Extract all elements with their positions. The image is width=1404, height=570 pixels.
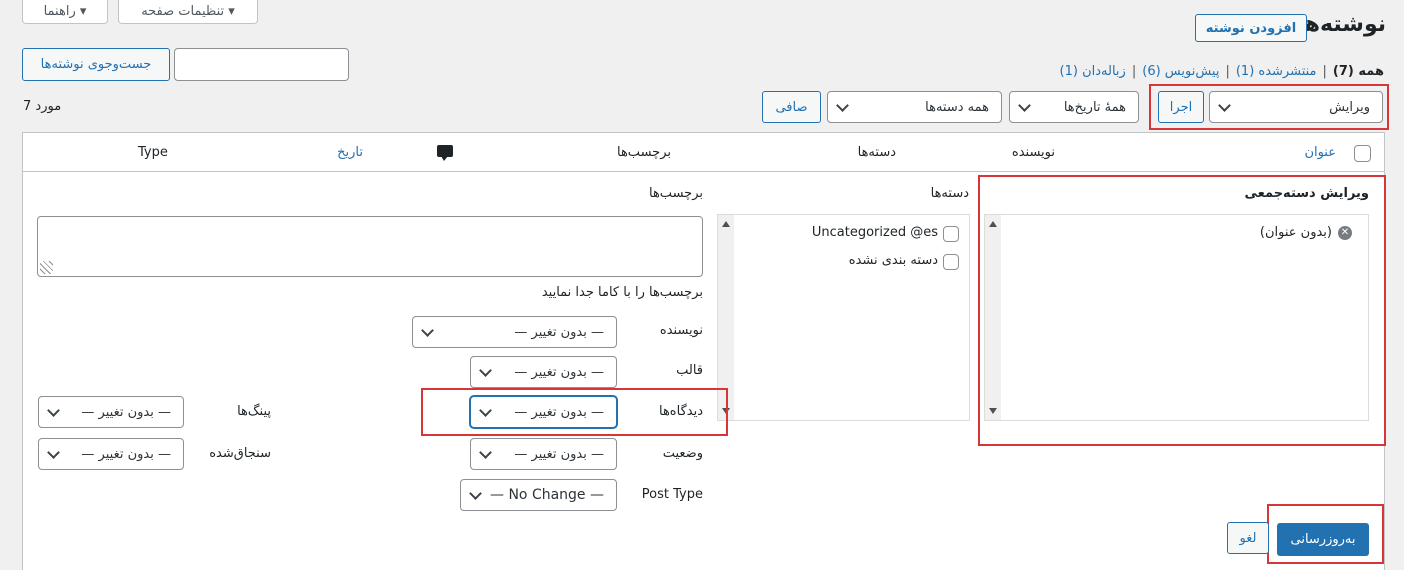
author-select[interactable]: — بدون تغییر — <box>412 316 617 348</box>
view-trash[interactable]: زباله‌دان (1) <box>1060 64 1126 79</box>
view-separator: | <box>1322 64 1327 79</box>
category-filter-value: همه دسته‌ها <box>925 99 989 115</box>
scroll-down-icon[interactable] <box>989 408 997 414</box>
post-type-select-value: — No Change — <box>490 487 604 503</box>
column-title[interactable]: عنوان <box>1304 145 1336 160</box>
search-posts-button[interactable]: جست‌وجوی نوشته‌ها <box>22 48 170 81</box>
pings-label: پینگ‌ها <box>237 404 271 419</box>
pings-select[interactable]: — بدون تغییر — <box>38 396 184 428</box>
screen-options-button[interactable]: تنظیمات صفحه ▾ <box>118 0 258 24</box>
select-all-checkbox[interactable] <box>1354 145 1371 162</box>
column-author: نویسنده <box>1011 145 1055 160</box>
view-all[interactable]: همه (7) <box>1333 64 1384 79</box>
page-title: نوشته‌ها <box>1296 12 1386 37</box>
categories-label: دسته‌ها <box>930 186 969 201</box>
column-categories: دسته‌ها <box>857 145 896 160</box>
tags-label: برچسب‌ها <box>648 186 703 201</box>
comments-select-value: — بدون تغییر — <box>514 404 604 420</box>
author-label: نویسنده <box>659 323 703 338</box>
bulk-edit-heading: ویرایش دسته‌جمعی <box>1244 186 1369 201</box>
chevron-down-icon <box>47 445 60 459</box>
post-type-select[interactable]: — No Change — <box>460 479 617 511</box>
tags-hint: برچسب‌ها را با کاما جدا نمایید <box>541 285 703 300</box>
bulk-edit-post-list[interactable]: ✕ (بدون عنوان) <box>984 214 1369 421</box>
tags-textarea[interactable] <box>37 216 703 277</box>
view-separator: | <box>1131 64 1137 79</box>
comments-select[interactable]: — بدون تغییر — <box>470 396 617 428</box>
update-button[interactable]: به‌روزرسانی <box>1277 523 1369 556</box>
scrollbar[interactable] <box>985 215 1001 420</box>
chevron-down-icon <box>479 363 492 377</box>
table-header-divider <box>23 171 1384 172</box>
status-label: وضعیت <box>662 446 703 461</box>
template-label: قالب <box>676 363 703 378</box>
dates-filter-select[interactable]: همهٔ تاریخ‌ها <box>1009 91 1139 123</box>
pings-select-value: — بدون تغییر — <box>81 404 171 420</box>
sticky-select[interactable]: — بدون تغییر — <box>38 438 184 470</box>
add-new-post-button[interactable]: افزودن نوشته <box>1195 14 1307 42</box>
help-button[interactable]: راهنما ▾ <box>22 0 108 24</box>
chevron-down-icon <box>479 403 492 417</box>
category-item: Uncategorized @es <box>811 225 938 240</box>
category-checkbox[interactable] <box>943 226 959 242</box>
comments-label: دیدگاه‌ها <box>658 404 703 419</box>
category-item: دسته بندی نشده <box>848 253 938 268</box>
view-published[interactable]: منتشرشده (1) <box>1236 64 1317 79</box>
category-filter-select[interactable]: همه دسته‌ها <box>827 91 1002 123</box>
comments-icon <box>437 145 453 161</box>
view-drafts[interactable]: پیش‌نویس (6) <box>1142 64 1219 79</box>
scroll-up-icon[interactable] <box>722 221 730 227</box>
bulk-action-value: ویرایش <box>1329 99 1370 115</box>
column-date[interactable]: تاریخ <box>337 145 363 160</box>
chevron-down-icon <box>469 486 482 500</box>
view-separator: | <box>1225 64 1230 79</box>
chevron-down-icon <box>47 403 60 417</box>
template-select[interactable]: — بدون تغییر — <box>470 356 617 388</box>
template-select-value: — بدون تغییر — <box>514 364 604 380</box>
column-tags: برچسب‌ها <box>616 145 671 160</box>
resize-handle-icon[interactable] <box>40 261 53 274</box>
categories-checklist[interactable]: Uncategorized @es دسته بندی نشده <box>717 214 970 421</box>
screen-options-label: تنظیمات صفحه ▾ <box>141 4 235 19</box>
dates-filter-value: همهٔ تاریخ‌ها <box>1063 99 1126 115</box>
chevron-down-icon <box>836 98 849 112</box>
chevron-down-icon <box>421 323 434 337</box>
sticky-select-value: — بدون تغییر — <box>81 446 171 462</box>
bulk-action-select[interactable]: ویرایش <box>1209 91 1383 123</box>
status-select-value: — بدون تغییر — <box>514 446 604 462</box>
help-label: راهنما ▾ <box>43 4 87 19</box>
chevron-down-icon <box>1218 98 1231 112</box>
category-checkbox[interactable] <box>943 254 959 270</box>
search-input[interactable] <box>174 48 349 81</box>
chevron-down-icon <box>1018 98 1031 112</box>
bulk-edit-post-item: (بدون عنوان) <box>1259 225 1332 240</box>
author-select-value: — بدون تغییر — <box>514 324 604 340</box>
cancel-button[interactable]: لغو <box>1227 522 1269 554</box>
items-count: 7 مورد <box>23 99 62 114</box>
post-status-views: همه (7) | منتشرشده (1) | پیش‌نویس (6) | … <box>1060 64 1384 79</box>
filter-button[interactable]: صافی <box>762 91 821 123</box>
post-type-label: Post Type <box>641 487 703 502</box>
remove-post-icon[interactable]: ✕ <box>1338 226 1352 240</box>
scroll-up-icon[interactable] <box>989 221 997 227</box>
apply-button[interactable]: اجرا <box>1158 91 1204 123</box>
sticky-label: سنجاق‌شده <box>209 446 271 461</box>
status-select[interactable]: — بدون تغییر — <box>470 438 617 470</box>
chevron-down-icon <box>479 445 492 459</box>
column-type: Type <box>138 145 168 160</box>
